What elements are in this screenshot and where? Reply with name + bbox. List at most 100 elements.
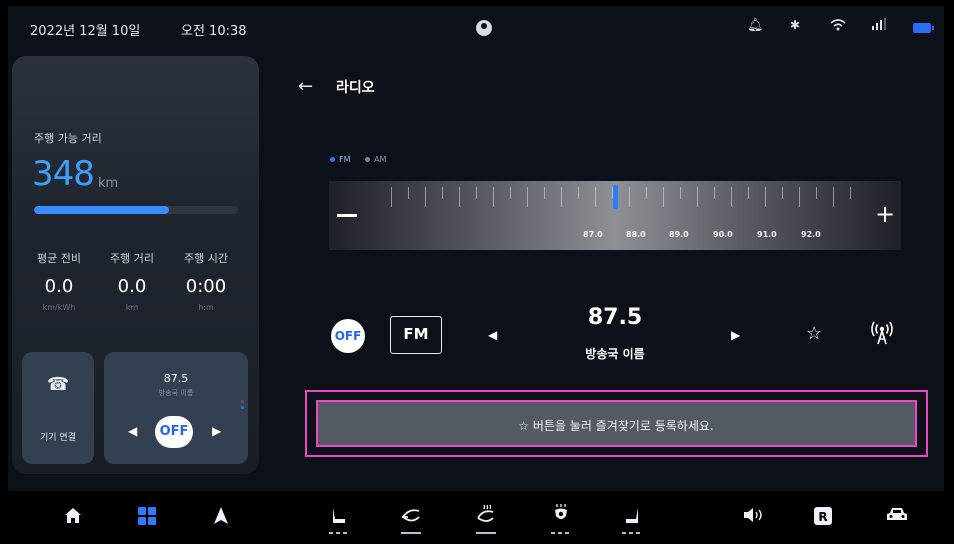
tuner-tick <box>663 187 664 207</box>
seek-prev-icon[interactable]: ◀ <box>488 328 497 342</box>
volume-icon[interactable] <box>743 507 765 527</box>
mini-prev-icon[interactable]: ◀ <box>128 424 137 438</box>
tuner-tick <box>476 187 477 199</box>
band-button[interactable]: FM <box>390 316 442 354</box>
home-icon[interactable] <box>64 507 82 528</box>
status-time: 오전 10:38 <box>181 24 247 39</box>
mini-radio-frequency: 87.5 <box>163 372 189 385</box>
power-off-button[interactable]: OFF <box>331 319 365 353</box>
tuner-tick <box>595 187 596 207</box>
navigation-icon[interactable] <box>214 507 228 528</box>
tuner-tick <box>544 187 545 199</box>
car-icon[interactable] <box>886 507 908 527</box>
favorite-star-icon[interactable]: ☆ <box>806 323 822 344</box>
page-indicator <box>241 400 244 412</box>
mini-next-icon[interactable]: ▶ <box>212 424 221 438</box>
passenger-seat-icon[interactable] <box>623 507 641 529</box>
stat-unit: h:m <box>198 303 214 312</box>
frequency-tuner[interactable]: + 87.0 88.0 89.0 90.0 91.0 92.0 <box>329 181 901 250</box>
tuner-tick <box>578 187 579 199</box>
band-fm[interactable]: FM <box>330 155 351 164</box>
tuner-label: 92.0 <box>801 230 821 239</box>
stat-label: 평균 전비 <box>37 252 81 265</box>
tuner-tick <box>799 187 800 207</box>
apps-grid-icon[interactable] <box>138 507 156 529</box>
tuner-tick <box>697 187 698 207</box>
stat-drive-time: 주행 시간 0:00 h:m <box>171 250 241 312</box>
station-name: 방송국 이름 <box>585 347 645 361</box>
tuner-label: 87.0 <box>583 230 603 239</box>
battery-icon <box>913 23 934 33</box>
tuner-tick <box>561 187 562 207</box>
passenger-seat-level <box>622 532 642 534</box>
tuner-tick <box>782 187 783 199</box>
tuner-tick <box>714 187 715 199</box>
rear-defrost-icon[interactable] <box>475 503 497 529</box>
tuner-tick <box>459 187 460 207</box>
stat-value: 0.0 <box>44 276 74 297</box>
bluetooth-icon: ✱ <box>790 18 801 32</box>
favorites-hint-text: ☆ 버튼을 눌러 즐겨찾기로 등록하세요. <box>518 419 714 433</box>
tuner-tick <box>408 187 409 199</box>
range-label: 주행 가능 거리 <box>34 132 102 145</box>
gear-reverse-icon[interactable]: R <box>814 507 832 529</box>
seek-next-icon[interactable]: ▶ <box>731 328 740 342</box>
page-title: 라디오 <box>336 80 375 96</box>
status-date: 2022년 12월 10일 <box>30 24 141 39</box>
minus-icon[interactable] <box>337 214 357 217</box>
tuner-tick <box>680 187 681 199</box>
stat-label: 주행 거리 <box>110 252 154 265</box>
stat-label: 주행 시간 <box>184 252 228 265</box>
tuner-tick <box>765 187 766 207</box>
rear-defrost-level <box>476 532 496 534</box>
fan-icon[interactable] <box>400 507 422 529</box>
stat-unit: km <box>125 303 139 312</box>
phone-icon: ☎ <box>47 374 70 395</box>
wifi-icon <box>830 18 846 36</box>
bell-icon[interactable]: 🔔︎ <box>747 18 764 33</box>
mini-radio-station: 방송국 이름 <box>158 389 194 397</box>
signal-icon <box>872 18 886 34</box>
frame-top <box>0 0 954 6</box>
stat-distance: 주행 거리 0.0 km <box>97 250 167 312</box>
current-frequency: 87.5 <box>587 305 643 330</box>
svg-text:R: R <box>818 510 827 524</box>
scan-antenna-icon[interactable] <box>871 320 893 346</box>
frame-right <box>944 0 954 544</box>
back-arrow-icon[interactable]: ← <box>298 76 313 97</box>
tuner-tick <box>629 187 630 207</box>
stat-value: 0.0 <box>117 276 147 297</box>
range-value: 348 <box>32 154 95 194</box>
tuner-tick <box>748 187 749 199</box>
band-selector: FM AM <box>330 155 386 164</box>
radio-mini-card[interactable]: 87.5 방송국 이름 ◀ OFF ▶ <box>104 352 248 464</box>
tuner-label: 88.0 <box>626 230 646 239</box>
range-progress-fill <box>34 206 169 214</box>
profile-icon[interactable] <box>476 20 492 36</box>
driver-seat-icon[interactable] <box>330 507 348 529</box>
tuner-label: 89.0 <box>669 230 689 239</box>
plus-icon[interactable]: + <box>875 199 895 229</box>
tuner-tick <box>850 187 851 199</box>
tuner-tick <box>816 187 817 199</box>
driver-seat-level <box>329 532 349 534</box>
band-am[interactable]: AM <box>365 155 386 164</box>
tuner-tick <box>425 187 426 207</box>
stat-unit: km/kWh <box>42 303 76 312</box>
screen: 2022년 12월 10일 오전 10:38 🔔︎ ✱ 주행 가능 거리 348… <box>0 0 954 544</box>
status-bar: 2022년 12월 10일 오전 10:38 🔔︎ ✱ <box>8 8 944 50</box>
tuner-label: 90.0 <box>713 230 733 239</box>
tuner-tick <box>493 187 494 207</box>
tuner-tick <box>391 187 392 207</box>
range-progress-bar <box>34 206 238 214</box>
device-connect-label: 기기 연결 <box>40 433 76 443</box>
tuner-needle[interactable] <box>613 185 618 209</box>
fan-level <box>401 532 421 534</box>
range-unit: km <box>98 176 119 191</box>
device-connect-card[interactable]: ☎ 기기 연결 <box>22 352 94 464</box>
tuner-tick <box>612 187 613 199</box>
mini-off-button[interactable]: OFF <box>155 416 193 448</box>
bottom-dock: R <box>8 491 944 544</box>
tuner-tick <box>442 187 443 199</box>
seat-ventilation-icon[interactable] <box>552 502 570 528</box>
